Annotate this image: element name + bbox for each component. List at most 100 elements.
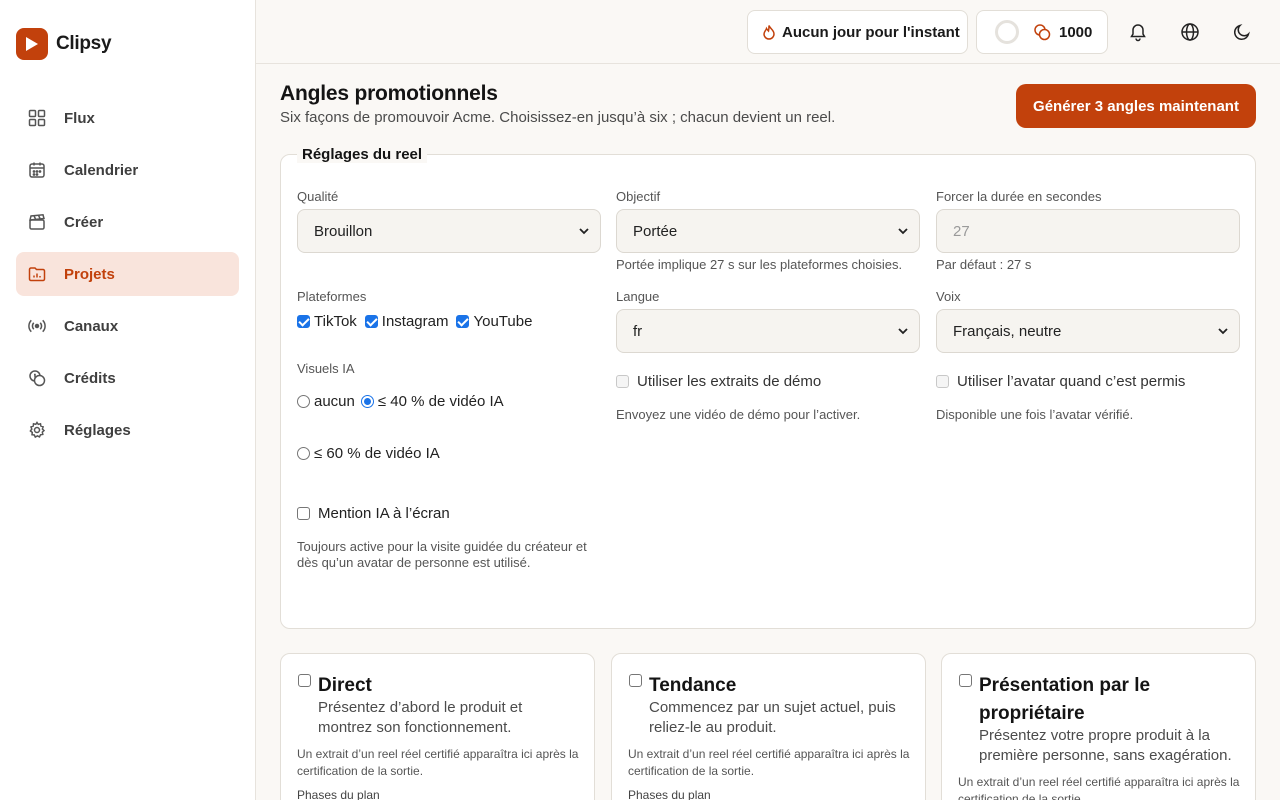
voice-label: Voix [936,289,961,304]
coins-icon [1034,24,1051,41]
progress-ring-icon [995,20,1019,44]
globe-icon [1181,23,1199,41]
avatar-hint: Disponible une fois l’avatar vérifié. [936,407,1134,422]
duration-placeholder: 27 [953,222,970,240]
platform-tiktok-checkbox[interactable]: TikTok [297,313,357,330]
moon-icon [1234,24,1250,40]
angle-card-tendance[interactable]: Tendance Commencez par un sujet actuel, … [611,653,926,800]
angle-card-direct[interactable]: Direct Présentez d’abord le produit et m… [280,653,595,800]
checkbox-label: Utiliser l’avatar quand c’est permis [957,373,1186,390]
streak-label: Aucun jour pour l'instant [782,23,960,41]
ai-mention-checkbox[interactable]: Mention IA à l’écran [297,505,450,522]
voice-select[interactable]: Français, neutre [936,309,1240,353]
theme-toggle-button[interactable] [1230,20,1254,44]
flame-icon [763,25,775,40]
sidebar-nav: Flux Calendrier Créer Projets Canaux Cré… [16,96,239,460]
angle-description: Présentez votre propre produit à la prem… [979,727,1232,764]
angle-note: Un extrait d’un reel réel certifié appar… [958,775,1240,800]
language-label: Langue [616,289,660,304]
grid-icon [28,109,46,127]
angle-description: Commencez par un sujet actuel, puis reli… [649,699,896,736]
radio-circle[interactable] [297,395,310,408]
demo-clips-hint: Envoyez une vidéo de démo pour l’activer… [616,407,861,422]
quality-select[interactable]: Brouillon [297,209,601,253]
angle-title: Tendance [649,675,737,696]
checkbox-box[interactable] [297,507,310,520]
angle-title: Présentation par le propriétaire [979,675,1151,724]
language-select[interactable]: fr [616,309,920,353]
radio-label: aucun [314,393,355,410]
radio-circle[interactable] [360,395,374,408]
avatar-checkbox[interactable]: Utiliser l’avatar quand c’est permis [936,373,1185,390]
objective-value: Portée [633,222,678,240]
platform-instagram-checkbox[interactable]: Instagram [364,313,448,330]
objective-label: Objectif [616,189,661,204]
checkbox-box[interactable] [297,315,310,328]
sidebar-item-calendrier[interactable]: Calendrier [16,148,239,192]
angle-checkbox[interactable] [959,674,972,687]
checkbox-box[interactable] [364,315,378,328]
angle-checkbox[interactable] [298,674,311,687]
sidebar-item-label: Flux [64,109,95,127]
angle-checkbox[interactable] [629,674,642,687]
page-title: Angles promotionnels [280,82,498,105]
sidebar-item-label: Créer [64,213,104,231]
angle-note: Un extrait d’un reel réel certifié appar… [297,747,579,778]
sidebar-item-label: Projets [64,265,115,283]
chevron-down-icon [1218,328,1228,335]
platforms-group: TikTok Instagram YouTube [297,313,532,330]
bell-icon [1130,24,1146,42]
radio-circle[interactable] [297,447,310,460]
checkbox-box[interactable] [936,375,949,388]
play-logo-icon [16,28,48,60]
ai-mention-hint: Toujours active pour la visite guidée du… [297,539,587,570]
angle-title: Direct [318,675,372,696]
checkbox-box[interactable] [616,375,629,388]
sidebar-item-label: Canaux [64,317,119,335]
quality-value: Brouillon [314,222,373,240]
radio-label: ≤ 60 % de vidéo IA [314,445,440,462]
generate-angles-button[interactable]: Générer 3 angles maintenant [1016,84,1256,128]
objective-select[interactable]: Portée [616,209,920,253]
platform-label: TikTok [314,313,357,330]
ai-visuals-none-radio[interactable]: aucun [297,393,355,410]
sidebar-item-reglages[interactable]: Réglages [16,408,239,452]
angle-phases-label: Phases du plan [628,788,711,800]
ai-visuals-40-radio[interactable]: ≤ 40 % de vidéo IA [360,393,504,410]
duration-input[interactable]: 27 [936,209,1240,253]
credits-value: 1000 [1059,23,1093,41]
calendar-icon [29,162,45,178]
language-button[interactable] [1178,20,1202,44]
sidebar-item-creer[interactable]: Créer [16,200,239,244]
gear-icon [29,421,46,439]
angle-description: Présentez d’abord le produit et montrez … [318,699,523,736]
brand-name: Clipsy [56,33,112,54]
ai-visuals-group: aucun ≤ 40 % de vidéo IA [297,393,504,410]
sidebar-item-flux[interactable]: Flux [16,96,239,140]
sidebar-item-label: Réglages [64,421,131,439]
objective-hint: Portée implique 27 s sur les plateformes… [616,257,903,272]
notifications-button[interactable] [1126,20,1150,44]
duration-hint: Par défaut : 27 s [936,257,1032,272]
ai-visuals-60-radio[interactable]: ≤ 60 % de vidéo IA [297,445,440,462]
folder-chart-icon [28,267,46,282]
sidebar-item-credits[interactable]: Crédits [16,356,239,400]
ai-visuals-label: Visuels IA [297,361,355,376]
reel-settings: Réglages du reel Qualité Brouillon Plate… [280,146,1256,629]
sidebar-item-canaux[interactable]: Canaux [16,304,239,348]
brand[interactable]: Clipsy [16,28,112,60]
voice-value: Français, neutre [953,322,1062,340]
angle-phases-label: Phases du plan [297,788,380,800]
checkbox-box[interactable] [456,315,470,328]
credits-button[interactable]: 1000 [976,10,1108,54]
topbar: Aucun jour pour l'instant 1000 [256,0,1280,64]
quality-label: Qualité [297,189,339,204]
angle-card-owner-presentation[interactable]: Présentation par le propriétaire Présent… [941,653,1256,800]
platform-youtube-checkbox[interactable]: YouTube [456,313,532,330]
checkbox-label: Mention IA à l’écran [318,505,450,522]
chevron-down-icon [579,228,589,235]
demo-clips-checkbox[interactable]: Utiliser les extraits de démo [616,373,821,390]
sidebar-item-projets[interactable]: Projets [16,252,239,296]
streak-button[interactable]: Aucun jour pour l'instant [747,10,968,54]
sidebar-item-label: Calendrier [64,161,139,179]
